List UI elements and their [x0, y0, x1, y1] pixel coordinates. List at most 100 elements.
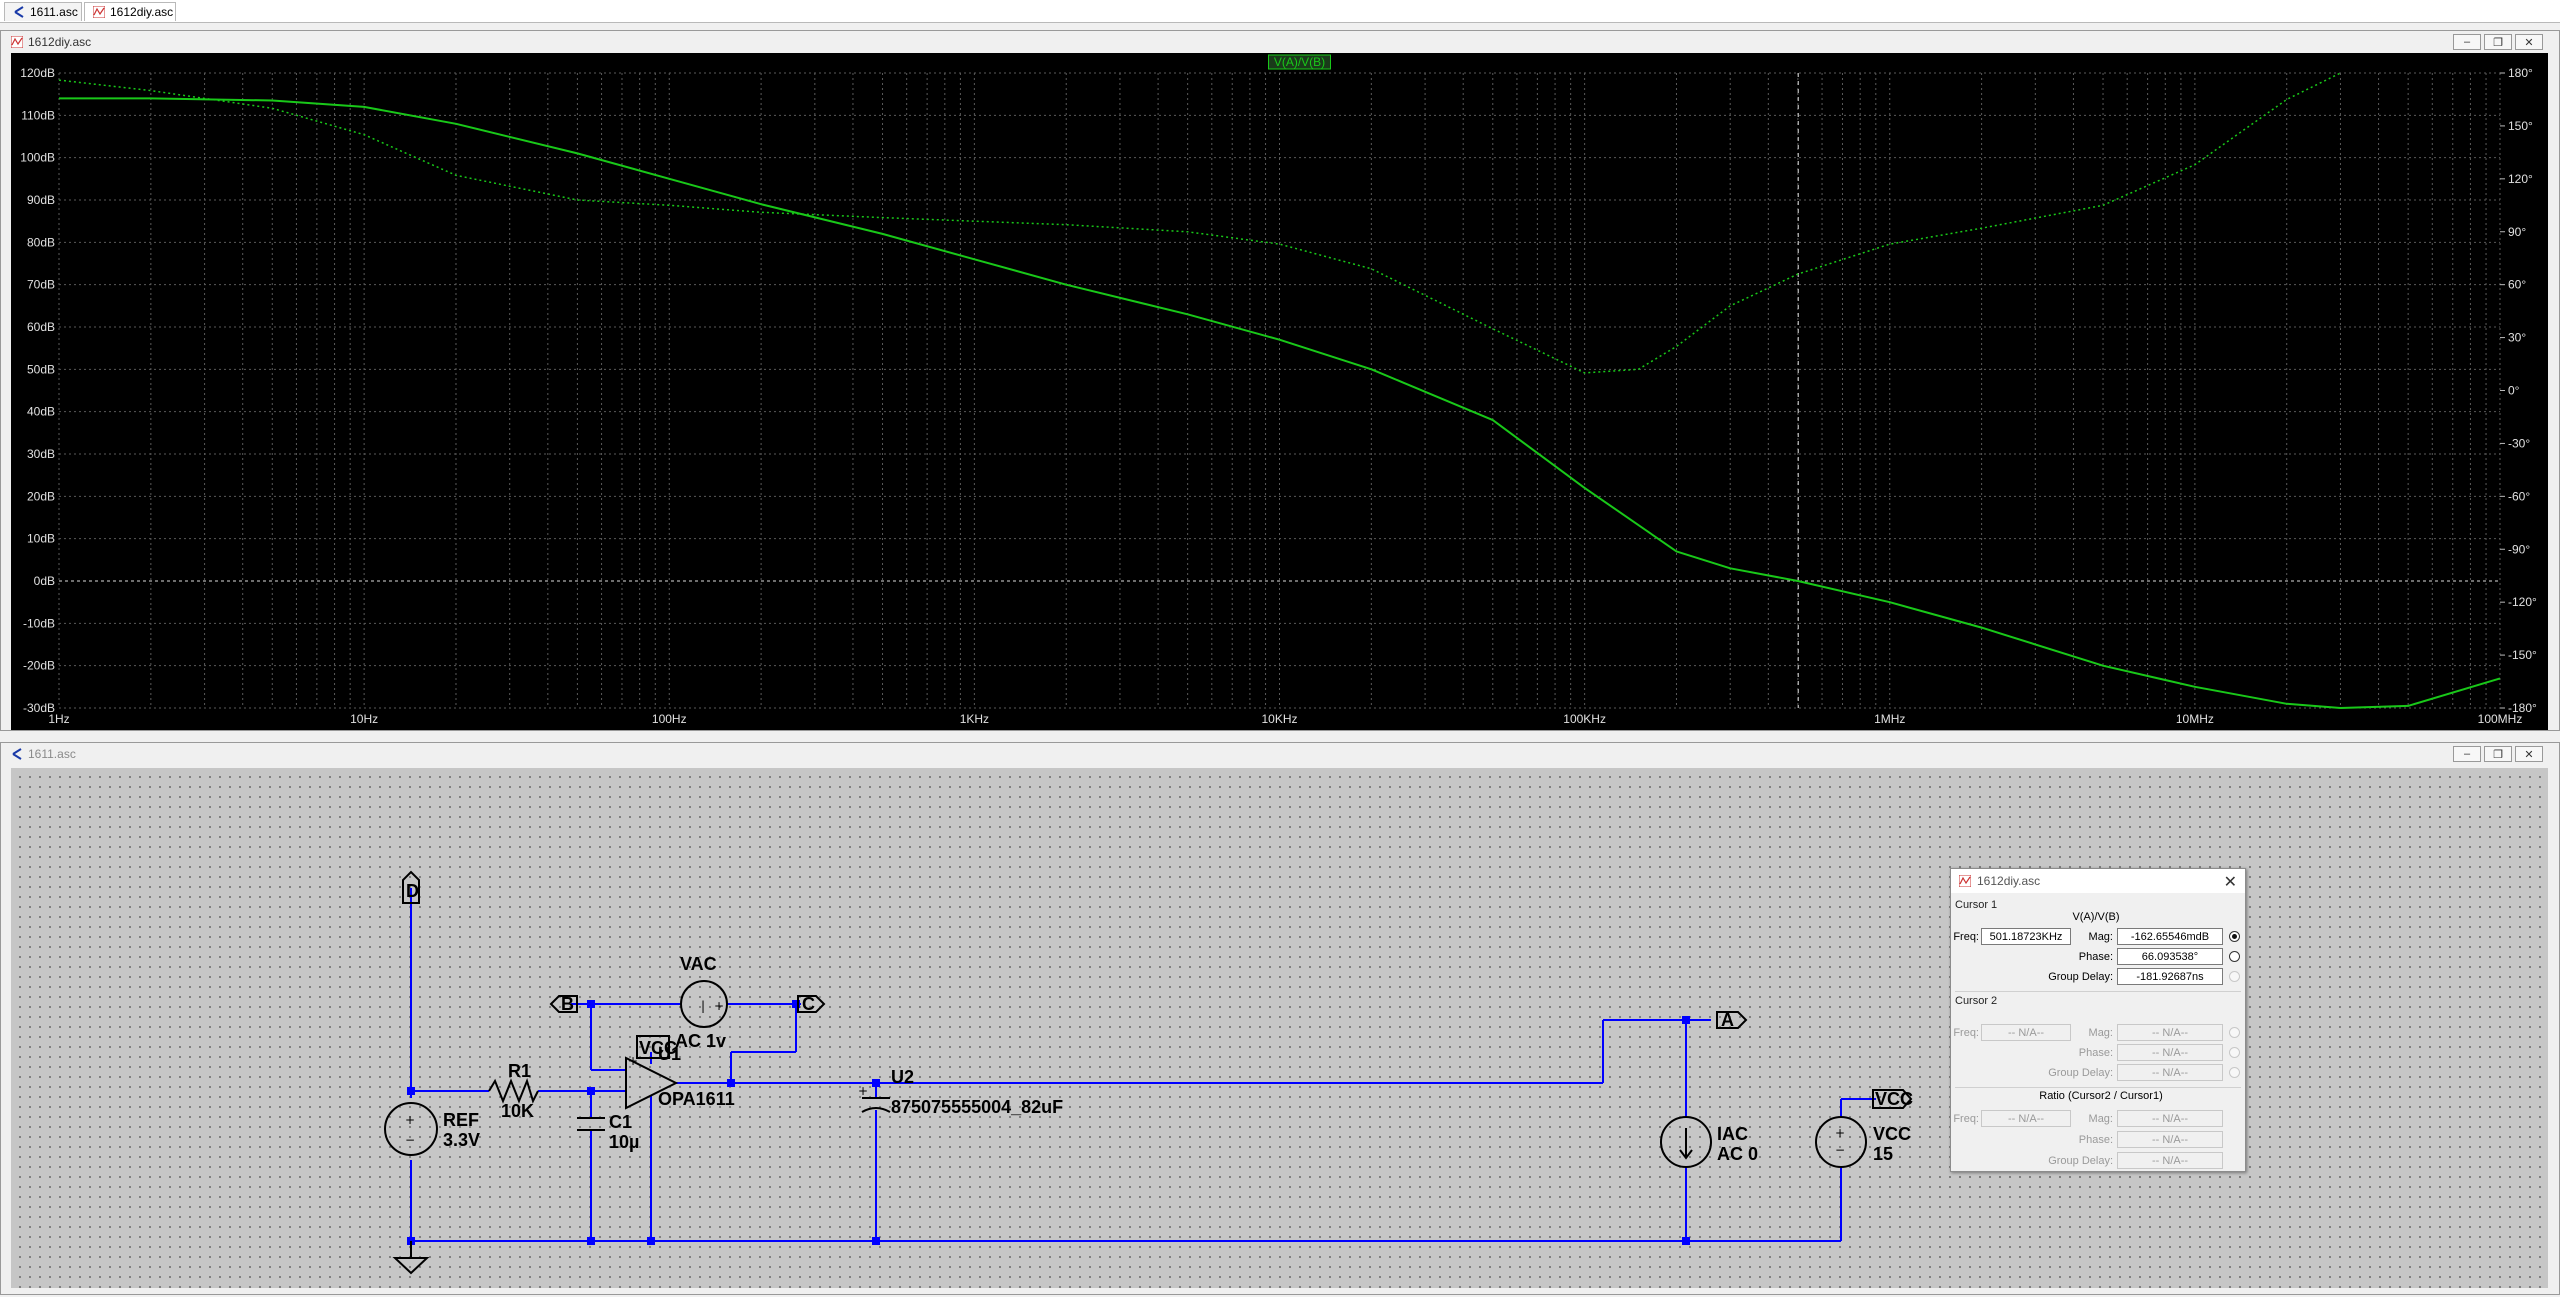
waveform-icon — [10, 35, 24, 49]
c1-name: C1 — [609, 1112, 632, 1132]
cursor2-phase-radio[interactable] — [2229, 1047, 2240, 1058]
ratio-group-label: Ratio (Cursor2 / Cursor1) — [2039, 1090, 2163, 1102]
u1-part: OPA1611 — [658, 1089, 735, 1109]
vcc-source-name: VCC — [1873, 1124, 1911, 1144]
y2-tick-label: 60° — [2508, 278, 2526, 292]
net-label-c: C — [802, 994, 815, 1014]
close-button[interactable]: ✕ — [2515, 746, 2543, 762]
vcc-source-symbol[interactable] — [1815, 1116, 1867, 1168]
r1-symbol[interactable] — [488, 1077, 539, 1104]
waveform-icon — [92, 5, 106, 19]
svg-text:+: + — [1835, 1126, 1845, 1140]
cursor1-group-delay-radio[interactable] — [2229, 971, 2240, 982]
cursor1-group-delay-label: Group Delay: — [2048, 971, 2113, 983]
cursor1-phase-radio[interactable] — [2229, 951, 2240, 962]
iac-name: IAC — [1717, 1124, 1748, 1144]
cursor-dialog[interactable]: 1612diy.asc ✕ Cursor 1 V(A)/V(B) Freq: 5… — [1950, 868, 2246, 1172]
u2-name: U2 — [891, 1067, 914, 1087]
net-label-vcc-opamp: VCC — [639, 1038, 677, 1058]
waveform-icon — [1958, 874, 1972, 888]
svg-text:+: + — [858, 1084, 868, 1098]
tab-1612diy[interactable]: 1612diy.asc — [84, 2, 176, 21]
cursor1-freq-label: Freq: — [1953, 931, 1979, 943]
cursor-dialog-titlebar: 1612diy.asc ✕ — [1951, 869, 2245, 893]
tab-1611[interactable]: 1611.asc — [4, 2, 82, 21]
y-tick-label: 120dB — [20, 66, 55, 80]
cursor2-group-delay-field[interactable]: -- N/A-- — [2117, 1064, 2223, 1081]
trace-label: V(A)/V(B) — [1274, 55, 1325, 69]
cursor2-freq-field[interactable]: -- N/A-- — [1981, 1024, 2071, 1041]
c1-value: 10µ — [609, 1132, 639, 1152]
y2-tick-label: -150° — [2508, 648, 2537, 662]
cursor1-freq-field[interactable]: 501.18723KHz — [1981, 928, 2071, 945]
x-tick-label: 1KHz — [960, 712, 989, 726]
y2-tick-label: 150° — [2508, 119, 2533, 133]
cursor2-group-delay-radio[interactable] — [2229, 1067, 2240, 1078]
y2-tick-label: -30° — [2508, 436, 2530, 450]
cursor2-mag-label: Mag: — [2088, 1027, 2113, 1039]
x-tick-label: 1Hz — [48, 712, 69, 726]
y-tick-label: 110dB — [21, 108, 55, 122]
y2-tick-label: 120° — [2508, 172, 2533, 186]
waveform-plot-svg: 120dB 110dB 100dB 90dB 80dB 70dB 60dB 50dB 40dB 3… — [20, 54, 2537, 726]
y2-tick-label: 0° — [2508, 384, 2520, 398]
cursor1-mag-label: Mag: — [2088, 931, 2113, 943]
y-tick-label: 50dB — [27, 362, 55, 376]
y-tick-label: -20dB — [23, 659, 55, 673]
cursor2-mag-radio[interactable] — [2229, 1027, 2240, 1038]
cursor1-mag-field[interactable]: -162.65546mdB — [2117, 928, 2223, 945]
ground-symbol[interactable] — [392, 1257, 430, 1275]
cursor1-phase-field[interactable]: 66.093538° — [2117, 948, 2223, 965]
close-button[interactable]: ✕ — [2515, 34, 2543, 50]
minimize-button[interactable]: – — [2453, 746, 2481, 762]
ratio-mag-field[interactable]: -- N/A-- — [2117, 1110, 2223, 1127]
svg-text:−: − — [1835, 1143, 1845, 1157]
restore-button[interactable]: ❐ — [2484, 746, 2512, 762]
ref-name: REF — [443, 1110, 479, 1130]
svg-text:|: | — [701, 999, 705, 1013]
plot-window-title: 1612diy.asc — [28, 35, 92, 49]
ratio-freq-field[interactable]: -- N/A-- — [1981, 1110, 2071, 1127]
minimize-button[interactable]: – — [2453, 34, 2481, 50]
plot-window-titlebar: 1612diy.asc — [1, 31, 2559, 53]
phase-trace — [58, 72, 2341, 374]
schematic-icon — [11, 748, 23, 760]
x-tick-label: 1MHz — [1874, 712, 1905, 726]
vac-value: AC 1v — [675, 1031, 726, 1051]
cursor1-mag-radio[interactable] — [2229, 931, 2240, 942]
y-tick-label: 60dB — [27, 320, 55, 334]
cursor2-group-label: Cursor 2 — [1955, 995, 1998, 1007]
svg-text:+: + — [405, 1113, 415, 1127]
cursor2-phase-field[interactable]: -- N/A-- — [2117, 1044, 2223, 1061]
iac-value: AC 0 — [1717, 1144, 1758, 1164]
plot-window[interactable]: 1612diy.asc – ❐ ✕ 120dB 110dB 100dB 90dB 80d… — [0, 30, 2560, 731]
ref-value: 3.3V — [443, 1130, 480, 1150]
ratio-group-delay-field[interactable]: -- N/A-- — [2117, 1152, 2223, 1169]
cursor-dialog-title: 1612diy.asc — [1977, 874, 2041, 888]
junctions — [407, 1000, 1690, 1245]
y-tick-label: 10dB — [27, 532, 55, 546]
ref-source-symbol[interactable] — [384, 1102, 438, 1156]
vcc-source-value: 15 — [1873, 1144, 1893, 1164]
waveform-plot[interactable]: 120dB 110dB 100dB 90dB 80dB 70dB 60dB 50dB 40dB 3… — [11, 53, 2548, 730]
ratio-phase-field[interactable]: -- N/A-- — [2117, 1131, 2223, 1148]
y-tick-label: 0dB — [34, 574, 55, 588]
net-label-d: D — [406, 881, 419, 901]
document-tab-bar: 1611.asc 1612diy.asc — [0, 0, 2560, 23]
close-icon[interactable]: ✕ — [2224, 872, 2237, 892]
restore-button[interactable]: ❐ — [2484, 34, 2512, 50]
y2-tick-label: -120° — [2508, 595, 2537, 609]
x-tick-label: 10MHz — [2176, 712, 2214, 726]
y2-tick-label: 180° — [2508, 66, 2533, 80]
y2-tick-label: 30° — [2508, 331, 2526, 345]
tab-label: 1611.asc — [30, 5, 78, 19]
svg-text:+: + — [628, 1054, 638, 1068]
x-tick-label: 100MHz — [2478, 712, 2523, 726]
cursor1-group-delay-field[interactable]: -181.92687ns — [2117, 968, 2223, 985]
y2-tick-label: 90° — [2508, 225, 2526, 239]
cursor2-mag-field[interactable]: -- N/A-- — [2117, 1024, 2223, 1041]
cursor1-group-label: Cursor 1 — [1955, 899, 1998, 911]
schematic-window-titlebar: 1611.asc — [1, 743, 2559, 765]
cursor2-freq-label: Freq: — [1953, 1027, 1979, 1039]
ratio-mag-label: Mag: — [2088, 1113, 2113, 1125]
